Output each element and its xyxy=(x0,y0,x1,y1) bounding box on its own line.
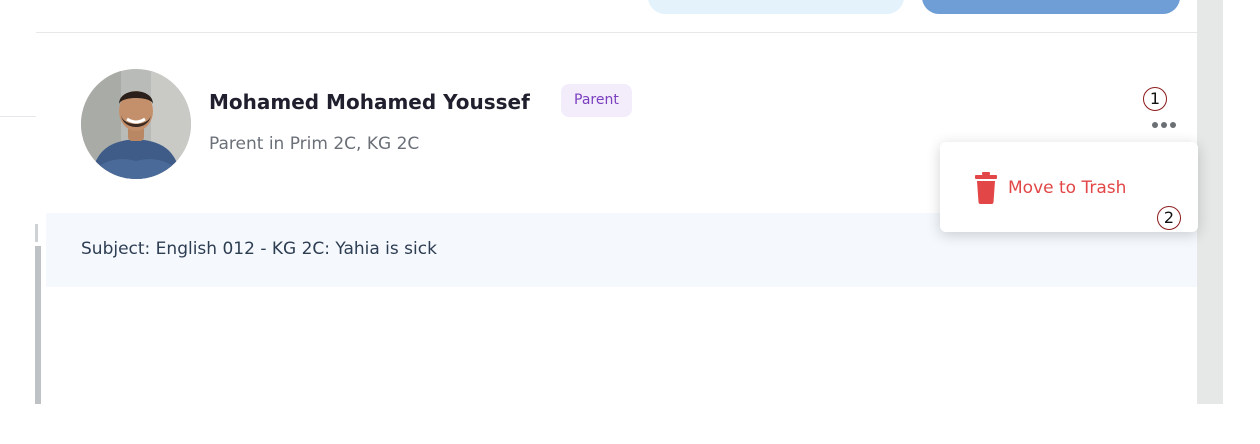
header-divider xyxy=(36,32,46,33)
role-badge: Parent xyxy=(561,84,632,117)
dot-icon xyxy=(1170,122,1176,128)
trash-icon xyxy=(975,172,997,204)
avatar-image xyxy=(81,69,191,179)
left-panel-divider xyxy=(0,116,36,117)
more-options-button[interactable] xyxy=(1146,117,1182,133)
contact-name: Mohamed Mohamed Youssef xyxy=(209,90,530,114)
contact-subtitle: Parent in Prim 2C, KG 2C xyxy=(209,134,420,154)
primary-action-button[interactable] xyxy=(922,0,1180,14)
dot-icon xyxy=(1161,122,1167,128)
message-subject: Subject: English 012 - KG 2C: Yahia is s… xyxy=(81,239,437,259)
avatar xyxy=(81,69,191,179)
menu-item-label: Move to Trash xyxy=(1008,178,1127,198)
annotation-marker-1: 1 xyxy=(1143,87,1167,111)
dot-icon xyxy=(1152,122,1158,128)
move-to-trash-menu-item[interactable]: Move to Trash xyxy=(974,172,1126,204)
annotation-marker-2: 2 xyxy=(1157,206,1181,230)
left-panel-edge xyxy=(35,224,38,242)
scrollbar-track[interactable] xyxy=(1197,0,1223,404)
left-panel-scrollbar[interactable] xyxy=(35,246,41,404)
secondary-action-button[interactable] xyxy=(648,0,904,14)
